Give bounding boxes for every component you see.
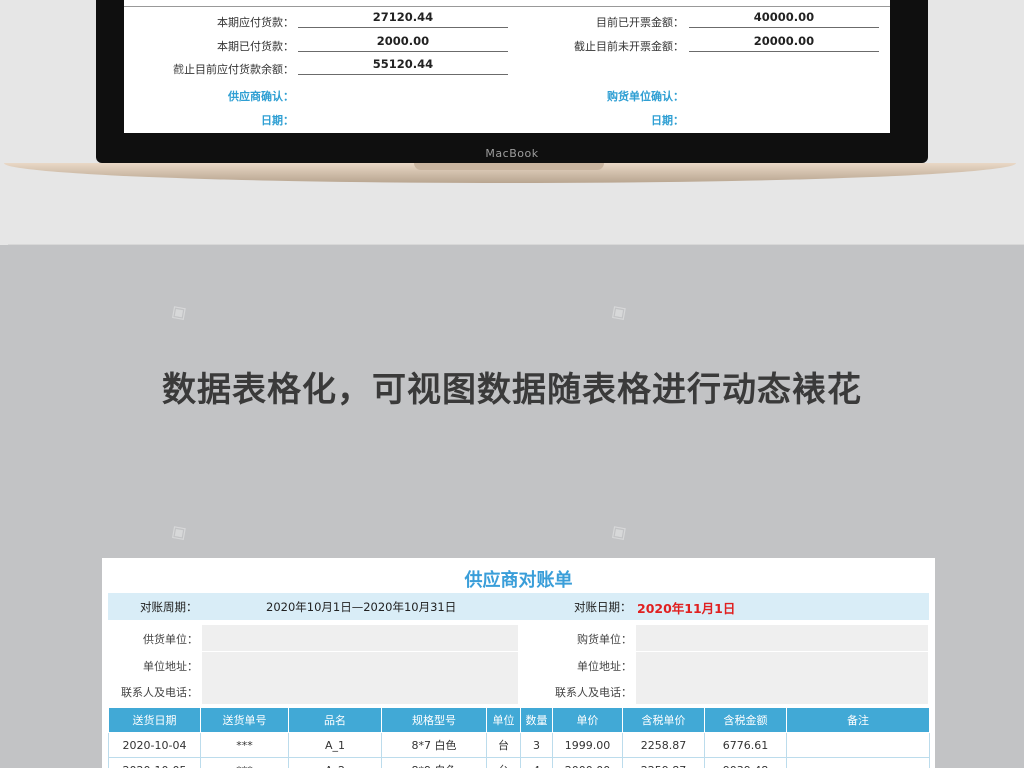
field-label: 本期已付货款： — [217, 40, 294, 53]
address-label-right: 单位地址： — [577, 660, 632, 673]
headline: 数据表格化，可视图数据随表格进行动态裱花 — [162, 370, 862, 410]
buyer-field[interactable] — [636, 625, 928, 651]
table-cell: 8*9 白色 — [381, 757, 487, 768]
table-cell: A_2 — [288, 757, 382, 768]
col-header: 送货日期 — [108, 707, 201, 733]
table-cell: 2000.00 — [552, 757, 623, 768]
statement-sheet: 供应商对账单 对账周期： 2020年10月1日—2020年10月31日 对账日期… — [102, 558, 935, 768]
supplier-field[interactable] — [202, 625, 518, 651]
watermark-mark: ◈ — [604, 517, 633, 548]
date-label: 对账日期： — [574, 600, 632, 614]
col-header: 含税金额 — [704, 707, 787, 733]
field-label: 目前已开票金额： — [596, 16, 684, 29]
watermark-mark: ◈ — [164, 517, 193, 548]
contact-field-left[interactable] — [202, 678, 518, 704]
table-cell: 1999.00 — [552, 732, 623, 758]
period-value: 2020年10月1日—2020年10月31日 — [266, 600, 457, 614]
field-value: 2000.00 — [298, 31, 508, 52]
table-cell — [786, 757, 930, 768]
contact-label-right: 联系人及电话： — [555, 686, 632, 699]
sheet-title: 供应商对账单 — [464, 570, 573, 591]
supplier-confirm-label: 供应商确认： — [228, 90, 294, 103]
table-cell — [786, 732, 930, 758]
table-cell: 3 — [520, 732, 553, 758]
supplier-label: 供货单位： — [143, 633, 198, 646]
table-cell: 6776.61 — [704, 732, 787, 758]
date-label-left: 日期： — [261, 114, 294, 127]
col-header: 数量 — [520, 707, 553, 733]
table-row: 2020-10-04 *** A_1 8*7 白色 台 3 1999.00 22… — [108, 732, 930, 758]
table-cell: 2259.87 — [622, 757, 705, 768]
field-row-balance: 截止目前应付货款余额： 55120.44 — [124, 57, 890, 83]
watermark-mark: ◈ — [604, 297, 633, 328]
col-header: 规格型号 — [381, 707, 487, 733]
table-cell: *** — [200, 732, 289, 758]
field-label: 本期应付货款： — [217, 16, 294, 29]
address-field-left[interactable] — [202, 652, 518, 678]
col-header: 送货单号 — [200, 707, 289, 733]
col-header: 备注 — [786, 707, 930, 733]
table-cell: 8*7 白色 — [381, 732, 487, 758]
address-field-right[interactable] — [636, 652, 928, 678]
col-header: 品名 — [288, 707, 382, 733]
table-cell: 9039.48 — [704, 757, 787, 768]
field-value: 55120.44 — [298, 54, 508, 75]
period-bar: 对账周期： 2020年10月1日—2020年10月31日 对账日期： 2020年… — [108, 593, 929, 620]
field-label: 截止目前未开票金额： — [574, 40, 684, 53]
laptop-screen: 本期应付货款： 27120.44 目前已开票金额： 40000.00 本期已付货… — [124, 0, 890, 133]
date-row: 日期： 日期： — [124, 112, 890, 134]
date-value: 2020年11月1日 — [637, 601, 736, 616]
contact-field-right[interactable] — [636, 678, 928, 704]
field-value: 20000.00 — [689, 31, 879, 52]
confirm-row: 供应商确认： 购货单位确认： — [124, 88, 890, 110]
laptop-notch — [414, 163, 604, 170]
col-header: 单价 — [552, 707, 623, 733]
table-cell: 4 — [520, 757, 553, 768]
contact-row: 联系人及电话： 联系人及电话： — [102, 678, 935, 704]
field-label: 截止目前应付货款余额： — [173, 63, 294, 76]
table-cell: A_1 — [288, 732, 382, 758]
contact-label-left: 联系人及电话： — [121, 686, 198, 699]
field-value: 40000.00 — [689, 7, 879, 28]
statement-table: 送货日期 送货单号 品名 规格型号 单位 数量 单价 含税单价 含税金额 备注 … — [108, 707, 930, 768]
buyer-label: 购货单位： — [577, 633, 632, 646]
table-cell: 2258.87 — [622, 732, 705, 758]
period-label: 对账周期： — [140, 600, 198, 614]
col-header: 含税单价 — [622, 707, 705, 733]
laptop-brand: MacBook — [485, 147, 539, 160]
table-cell: 2020-10-04 — [108, 732, 201, 758]
table-cell: 台 — [486, 732, 521, 758]
section-divider — [8, 244, 1024, 245]
supplier-row: 供货单位： 购货单位： — [102, 625, 935, 651]
table-row: 2020-10-05 *** A_2 8*9 白色 台 4 2000.00 22… — [108, 757, 930, 768]
table-cell: 台 — [486, 757, 521, 768]
table-cell: 2020-10-05 — [108, 757, 201, 768]
watermark-mark: ◈ — [164, 297, 193, 328]
table-cell: *** — [200, 757, 289, 768]
address-label-left: 单位地址： — [143, 660, 198, 673]
date-label-right: 日期： — [651, 114, 684, 127]
address-row: 单位地址： 单位地址： — [102, 652, 935, 678]
col-header: 单位 — [486, 707, 521, 733]
buyer-confirm-label: 购货单位确认： — [607, 90, 684, 103]
table-header-row: 送货日期 送货单号 品名 规格型号 单位 数量 单价 含税单价 含税金额 备注 — [108, 707, 930, 733]
field-value: 27120.44 — [298, 7, 508, 28]
